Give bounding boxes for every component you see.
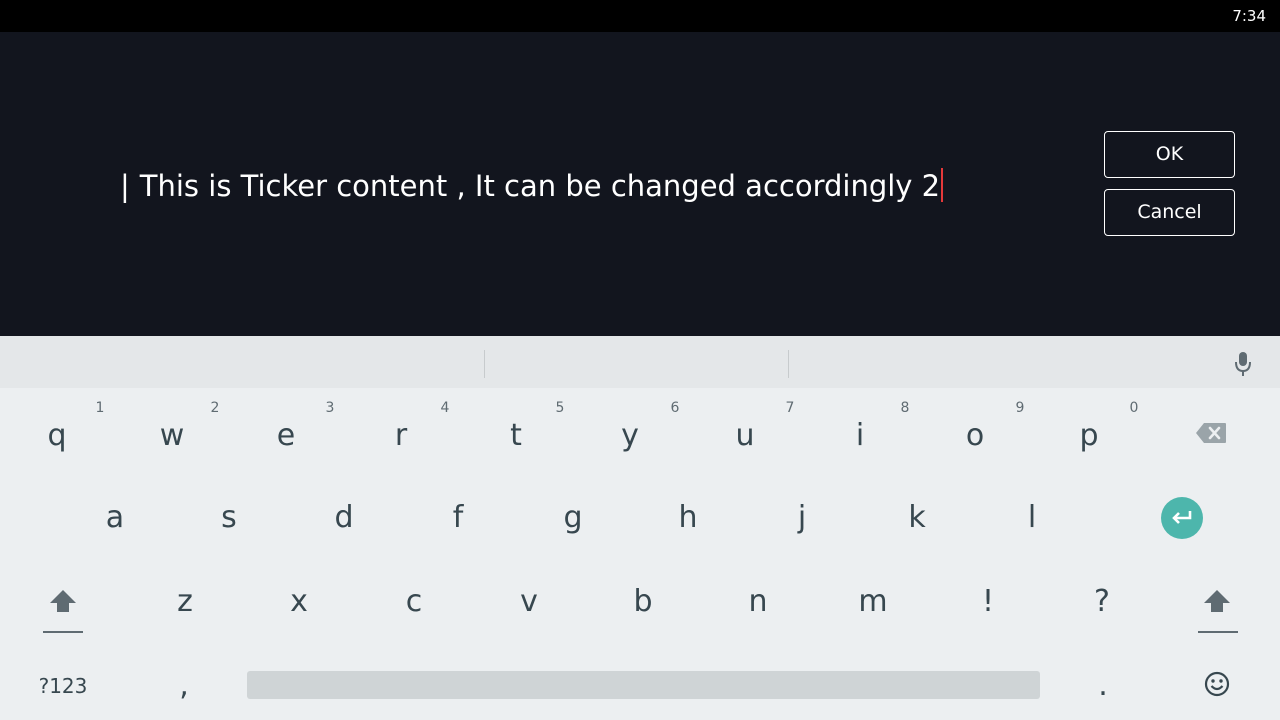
key-o[interactable]: o — [945, 416, 1005, 456]
key-f[interactable]: f — [428, 498, 488, 538]
text-cursor — [941, 168, 944, 202]
key-k[interactable]: k — [887, 498, 947, 538]
enter-key[interactable] — [1161, 497, 1203, 539]
key-e[interactable]: e — [256, 416, 316, 456]
text-editor-area: | This is Ticker content , It can be chan… — [0, 32, 1280, 336]
key-hint-8: 8 — [900, 400, 910, 416]
shift-icon-left[interactable] — [48, 588, 78, 614]
key-t[interactable]: t — [486, 416, 546, 456]
key-hint-4: 4 — [440, 400, 450, 416]
enter-icon — [1172, 511, 1192, 524]
key-comma[interactable]: , — [154, 666, 214, 706]
key-p[interactable]: p — [1059, 416, 1119, 456]
key-hint-3: 3 — [325, 400, 335, 416]
key-hint-6: 6 — [670, 400, 680, 416]
key-hint-5: 5 — [555, 400, 565, 416]
space-bar[interactable] — [247, 671, 1040, 699]
key-i[interactable]: i — [830, 416, 890, 456]
key-h[interactable]: h — [658, 498, 718, 538]
key-period[interactable]: . — [1073, 666, 1133, 706]
key-j[interactable]: j — [772, 498, 832, 538]
suggestion-slot-left[interactable] — [0, 336, 484, 388]
text-start-marker: | — [120, 169, 130, 203]
shift-icon-right[interactable] — [1202, 588, 1232, 614]
key-v[interactable]: v — [499, 582, 559, 622]
status-bar: 7:34 — [0, 0, 1280, 32]
suggestion-strip — [0, 336, 1280, 388]
key-g[interactable]: g — [543, 498, 603, 538]
key-a[interactable]: a — [85, 498, 145, 538]
suggestion-slot-right[interactable] — [789, 336, 1209, 388]
suggestion-slot-center[interactable] — [485, 336, 788, 388]
shift-indicator-left — [43, 631, 83, 633]
status-time: 7:34 — [1232, 7, 1266, 25]
key-u[interactable]: u — [715, 416, 775, 456]
key-hint-1: 1 — [95, 400, 105, 416]
key-question[interactable]: ? — [1072, 582, 1132, 622]
key-c[interactable]: c — [384, 582, 444, 622]
key-n[interactable]: n — [728, 582, 788, 622]
key-d[interactable]: d — [314, 498, 374, 538]
key-hint-0: 0 — [1129, 400, 1139, 416]
ok-button[interactable]: OK — [1104, 131, 1235, 178]
key-l[interactable]: l — [1002, 498, 1062, 538]
key-r[interactable]: r — [371, 416, 431, 456]
key-hint-9: 9 — [1015, 400, 1025, 416]
ticker-text-value: This is Ticker content , It can be chang… — [139, 169, 941, 203]
key-hint-2: 2 — [210, 400, 220, 416]
cancel-button[interactable]: Cancel — [1104, 189, 1235, 236]
microphone-icon[interactable] — [1232, 350, 1254, 378]
ticker-text-input[interactable]: | This is Ticker content , It can be chan… — [120, 166, 944, 206]
backspace-icon[interactable] — [1195, 422, 1227, 444]
key-y[interactable]: y — [600, 416, 660, 456]
key-q[interactable]: q — [27, 416, 87, 456]
symbols-key[interactable]: ?123 — [30, 672, 96, 700]
soft-keyboard: q w e r t y u i o p 1 2 3 4 5 6 7 8 9 0 … — [0, 336, 1280, 720]
key-x[interactable]: x — [269, 582, 329, 622]
shift-indicator-right — [1198, 631, 1238, 633]
key-w[interactable]: w — [142, 416, 202, 456]
key-hint-7: 7 — [785, 400, 795, 416]
key-s[interactable]: s — [199, 498, 259, 538]
key-m[interactable]: m — [843, 582, 903, 622]
key-z[interactable]: z — [155, 582, 215, 622]
key-b[interactable]: b — [613, 582, 673, 622]
key-exclamation[interactable]: ! — [958, 582, 1018, 622]
emoji-icon[interactable] — [1204, 671, 1230, 697]
